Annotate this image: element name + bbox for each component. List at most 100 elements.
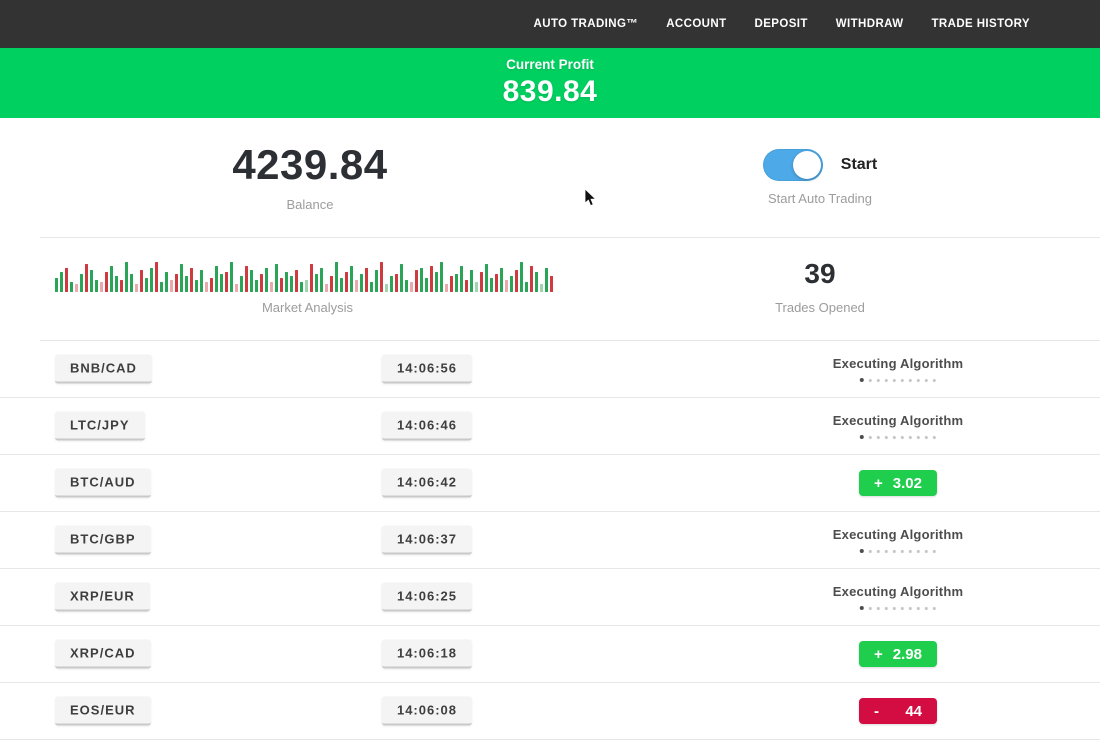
candle-bar — [110, 266, 113, 292]
candle-bar — [450, 276, 453, 292]
candle-bar — [90, 270, 93, 292]
candle-bar — [75, 284, 78, 292]
candle-bar — [165, 272, 168, 292]
profit-badge: +3.02 — [859, 470, 937, 496]
loss-badge: -44 — [859, 698, 937, 724]
pair-button[interactable]: BTC/GBP — [55, 526, 151, 555]
candle-bar — [310, 264, 313, 292]
candle-bar — [495, 274, 498, 292]
time-button[interactable]: 14:06:42 — [382, 469, 472, 498]
trade-row: BNB/CAD 14:06:56 Executing Algorithm — [0, 341, 1100, 398]
balance-value: 4239.84 — [232, 143, 387, 187]
candle-bar — [275, 264, 278, 292]
candle-bar — [305, 280, 308, 292]
candle-bar — [180, 264, 183, 292]
candle-bar — [210, 278, 213, 292]
candle-bar — [225, 272, 228, 292]
candle-bar — [435, 272, 438, 292]
candle-bar — [125, 262, 128, 292]
time-button[interactable]: 14:06:56 — [382, 355, 472, 384]
candle-bar — [320, 268, 323, 292]
candle-bar — [395, 274, 398, 292]
market-analysis-section: Market Analysis 39 Trades Opened — [0, 238, 1100, 340]
pair-button[interactable]: LTC/JPY — [55, 412, 145, 441]
market-analysis-label: Market Analysis — [55, 300, 560, 315]
time-button[interactable]: 14:06:08 — [382, 697, 472, 726]
candle-bar — [240, 276, 243, 292]
auto-trading-toggle[interactable] — [763, 149, 823, 181]
badge-amount: 2.98 — [893, 646, 922, 663]
trades-list: BNB/CAD 14:06:56 Executing Algorithm LTC… — [0, 341, 1100, 740]
candle-bar — [525, 282, 528, 292]
nav-item-deposit[interactable]: DEPOSIT — [755, 18, 808, 30]
candle-bar — [230, 262, 233, 292]
candle-bar — [470, 270, 473, 292]
candle-bar — [200, 270, 203, 292]
pair-button[interactable]: XRP/EUR — [55, 583, 150, 612]
candle-bar — [70, 282, 73, 292]
candle-bar — [440, 262, 443, 292]
candle-bar — [100, 282, 103, 292]
candle-bar — [490, 278, 493, 292]
candle-bar — [260, 274, 263, 292]
candle-bar — [465, 280, 468, 292]
time-button[interactable]: 14:06:18 — [382, 640, 472, 669]
candle-bar — [410, 282, 413, 292]
time-button[interactable]: 14:06:37 — [382, 526, 472, 555]
progress-dots-icon — [860, 549, 936, 553]
trade-status: +3.02 — [859, 470, 937, 496]
candle-bar — [145, 278, 148, 292]
toggle-knob-icon — [793, 151, 821, 179]
candle-bar — [85, 264, 88, 292]
candle-bar — [390, 276, 393, 292]
candle-bar — [215, 266, 218, 292]
nav-item-withdraw[interactable]: WITHDRAW — [836, 18, 904, 30]
pair-button[interactable]: BNB/CAD — [55, 355, 152, 384]
time-button[interactable]: 14:06:46 — [382, 412, 472, 441]
trade-row: XRP/EUR 14:06:25 Executing Algorithm — [0, 569, 1100, 626]
candle-bar — [400, 264, 403, 292]
candle-bar — [285, 272, 288, 292]
candle-bar — [115, 276, 118, 292]
candle-bar — [185, 276, 188, 292]
badge-amount: 44 — [905, 703, 922, 720]
trade-row: EOS/EUR 14:06:08 -44 — [0, 683, 1100, 740]
candle-bar — [245, 266, 248, 292]
current-profit-banner: Current Profit 839.84 — [0, 48, 1100, 118]
candle-bar — [535, 272, 538, 292]
executing-algorithm-label: Executing Algorithm — [833, 413, 963, 428]
candle-bar — [505, 280, 508, 292]
candle-bar — [540, 284, 543, 292]
candle-bar — [460, 266, 463, 292]
candle-bar — [510, 276, 513, 292]
candle-bar — [160, 282, 163, 292]
executing-algorithm-label: Executing Algorithm — [833, 584, 963, 599]
trade-row: XRP/CAD 14:06:18 +2.98 — [0, 626, 1100, 683]
nav-item-trade-history[interactable]: TRADE HISTORY — [932, 18, 1031, 30]
market-analysis-chart — [55, 254, 560, 292]
profit-badge: +2.98 — [859, 641, 937, 667]
progress-dots-icon — [860, 378, 936, 382]
pair-button[interactable]: EOS/EUR — [55, 697, 151, 726]
nav-item-account[interactable]: ACCOUNT — [666, 18, 726, 30]
current-profit-value: 839.84 — [503, 75, 598, 109]
candle-bar — [480, 272, 483, 292]
candle-bar — [235, 284, 238, 292]
candle-bar — [375, 270, 378, 292]
candle-bar — [455, 274, 458, 292]
time-button[interactable]: 14:06:25 — [382, 583, 472, 612]
candle-bar — [105, 272, 108, 292]
candle-bar — [355, 280, 358, 292]
candle-bar — [365, 268, 368, 292]
candle-bar — [370, 282, 373, 292]
trade-status: Executing Algorithm — [833, 413, 963, 439]
pair-button[interactable]: BTC/AUD — [55, 469, 151, 498]
pair-button[interactable]: XRP/CAD — [55, 640, 151, 669]
candle-bar — [80, 274, 83, 292]
candle-bar — [290, 276, 293, 292]
candle-bar — [205, 282, 208, 292]
candle-bar — [475, 282, 478, 292]
auto-trading-label: Start Auto Trading — [768, 191, 872, 206]
candle-bar — [190, 268, 193, 292]
nav-item-auto-trading[interactable]: AUTO TRADING™ — [534, 18, 639, 30]
